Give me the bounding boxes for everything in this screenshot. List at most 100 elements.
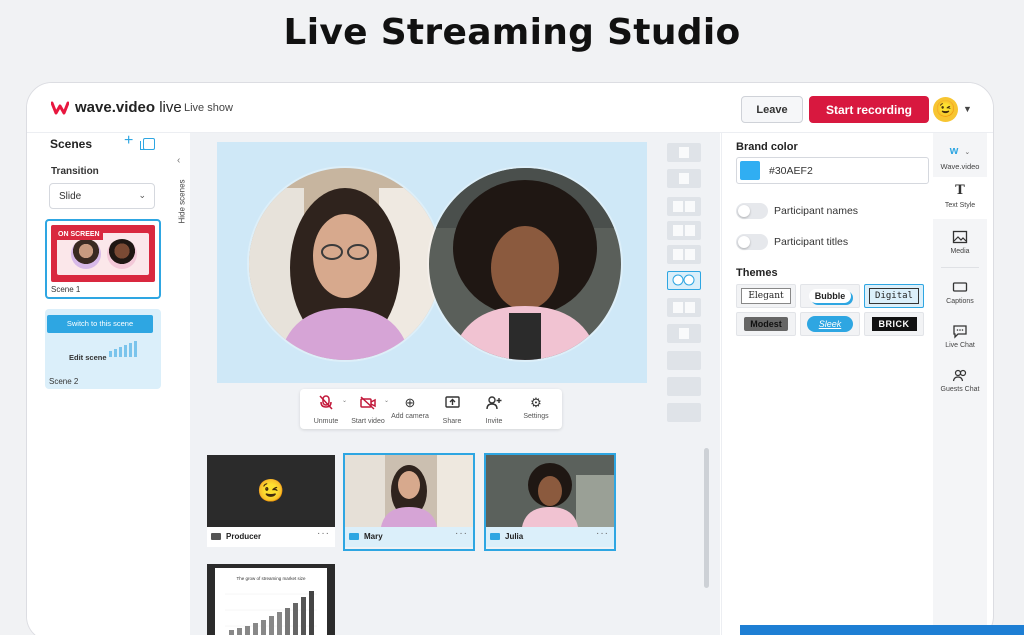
theme-modest[interactable]: Modest [736, 312, 796, 336]
camera-off-icon [360, 396, 376, 410]
layout-option-screen-side[interactable] [667, 403, 701, 422]
hide-scenes-toggle[interactable]: ‹ Hide scenes [172, 133, 190, 229]
theme-elegant[interactable]: Elegant [736, 284, 796, 308]
participant-titles-label: Participant titles [774, 236, 849, 248]
wave-video-menu[interactable]: w ⌄ Wave.video [933, 141, 987, 171]
participant-video-thumb [486, 455, 614, 527]
text-style-icon: T [955, 183, 965, 198]
scene-label: Scene 2 [49, 377, 79, 386]
scene-card-1[interactable]: ON SCREEN Scene 1 [45, 219, 161, 299]
add-camera-icon: ⊕ [404, 395, 416, 410]
layout-option-screen-pip[interactable] [667, 377, 701, 396]
theme-sleek[interactable]: Sleek [800, 312, 860, 336]
settings-button[interactable]: ⚙ Settings [514, 394, 558, 420]
rail-text-style[interactable]: T Text Style [933, 177, 987, 219]
participants-scrollbar[interactable] [704, 448, 709, 588]
slide-title: The grow of streaming market size [236, 576, 306, 581]
participant-names-label: Participant names [774, 205, 859, 217]
rail-captions[interactable]: Captions [933, 273, 987, 315]
theme-digital[interactable]: Digital [864, 284, 924, 308]
transition-label: Transition [51, 166, 99, 177]
duplicate-scene-icon[interactable] [140, 138, 155, 150]
participant-thumb [107, 239, 137, 269]
theme-brick[interactable]: BRICK [864, 312, 924, 336]
rail-text-style-label: Text Style [944, 202, 976, 209]
add-camera-label: Add camera [391, 413, 429, 420]
page-title: Live Streaming Studio [283, 12, 741, 53]
theme-bubble[interactable]: Bubble [800, 284, 860, 308]
camera-icon [349, 533, 359, 540]
rail-media[interactable]: Media [933, 223, 987, 265]
wave-logo-icon [51, 101, 69, 114]
camera-icon [490, 533, 500, 540]
add-camera-button[interactable]: ⊕ Add camera [388, 394, 432, 420]
participant-name: Julia [505, 532, 524, 541]
participant-tile-mary[interactable]: Mary ··· [343, 453, 475, 551]
participant-video-mary [249, 168, 441, 360]
color-swatch[interactable] [740, 161, 760, 180]
avatar[interactable]: 😉 [933, 97, 958, 122]
start-recording-button[interactable]: Start recording [809, 96, 929, 123]
edit-scene-label[interactable]: Edit scene [69, 353, 107, 362]
brand-panel: Brand color #30AEF2 Participant names Pa… [721, 133, 933, 635]
slide-bar-chart [225, 591, 317, 635]
add-scene-icon[interactable]: + [124, 133, 133, 149]
start-video-button[interactable]: ⌄ Start video [346, 394, 390, 425]
show-name[interactable]: Live show [184, 102, 233, 114]
participant-tile-julia[interactable]: Julia ··· [484, 453, 616, 551]
transition-value: Slide [59, 191, 82, 202]
participant-name: Mary [364, 532, 383, 541]
switch-scene-button[interactable]: Switch to this scene [47, 315, 153, 333]
more-options-icon[interactable]: ··· [317, 528, 330, 539]
theme-bubble-label: Bubble [808, 289, 852, 303]
wave-video-label: Wave.video [940, 162, 980, 171]
on-screen-badge: ON SCREEN [55, 229, 103, 240]
transition-select[interactable]: Slide ⌄ [49, 183, 155, 209]
layout-option-grid[interactable] [667, 197, 701, 216]
scene-thumbnail: ON SCREEN [51, 225, 155, 282]
scene-card-2[interactable]: Switch to this scene Edit scene Scene 2 [45, 309, 161, 389]
scene-label: Scene 1 [51, 285, 81, 294]
wave-video-logo[interactable]: wave.video live [51, 99, 182, 116]
chevron-down-icon[interactable]: ▼ [963, 104, 972, 114]
participant-titles-toggle[interactable] [736, 234, 768, 250]
accent-strip [740, 625, 1024, 635]
layout-circles-icon [672, 274, 695, 286]
producer-emoji: 😉 [207, 455, 335, 527]
layout-option-stack[interactable] [667, 245, 701, 264]
layout-option-side[interactable] [667, 221, 701, 240]
theme-modest-label: Modest [744, 317, 788, 331]
unmute-label: Unmute [313, 418, 339, 425]
more-options-icon[interactable]: ··· [596, 528, 609, 539]
layout-option-single[interactable] [667, 143, 701, 162]
brand-color-field[interactable]: #30AEF2 [736, 157, 929, 184]
unmute-button[interactable]: ⌄ Unmute [304, 394, 348, 425]
layout-option-circles[interactable] [667, 271, 701, 290]
share-button[interactable]: Share [430, 394, 474, 425]
participant-tile-producer[interactable]: 😉 Producer ··· [207, 455, 335, 549]
invite-button[interactable]: Invite [472, 394, 516, 425]
layout-side-icon [673, 225, 695, 236]
theme-elegant-label: Elegant [741, 288, 791, 304]
stage-canvas [217, 142, 647, 383]
theme-sleek-label: Sleek [806, 316, 854, 332]
shared-slide-tile[interactable]: The grow of streaming market size [207, 564, 335, 635]
rail-live-chat-label: Live Chat [945, 342, 975, 349]
rail-media-label: Media [950, 248, 970, 255]
layout-option-split[interactable] [667, 298, 701, 317]
layout-option-screen[interactable] [667, 351, 701, 370]
gear-icon: ⚙ [530, 395, 542, 410]
participant-names-toggle[interactable] [736, 203, 768, 219]
participant-video-thumb [345, 455, 473, 527]
rail-guests-chat[interactable]: Guests Chat [933, 361, 987, 403]
layout-stack-icon [673, 249, 695, 260]
more-options-icon[interactable]: ··· [455, 528, 468, 539]
layout-option-single-2[interactable] [667, 169, 701, 188]
settings-label: Settings [523, 413, 549, 420]
rail-live-chat[interactable]: Live Chat [933, 317, 987, 359]
leave-button[interactable]: Leave [741, 96, 803, 123]
media-controls: ⌄ Unmute ⌄ Start video ⊕ Add camera Shar… [300, 389, 562, 429]
layout-option-presenter[interactable] [667, 324, 701, 343]
chat-icon [953, 325, 967, 339]
theme-digital-label: Digital [869, 288, 919, 304]
